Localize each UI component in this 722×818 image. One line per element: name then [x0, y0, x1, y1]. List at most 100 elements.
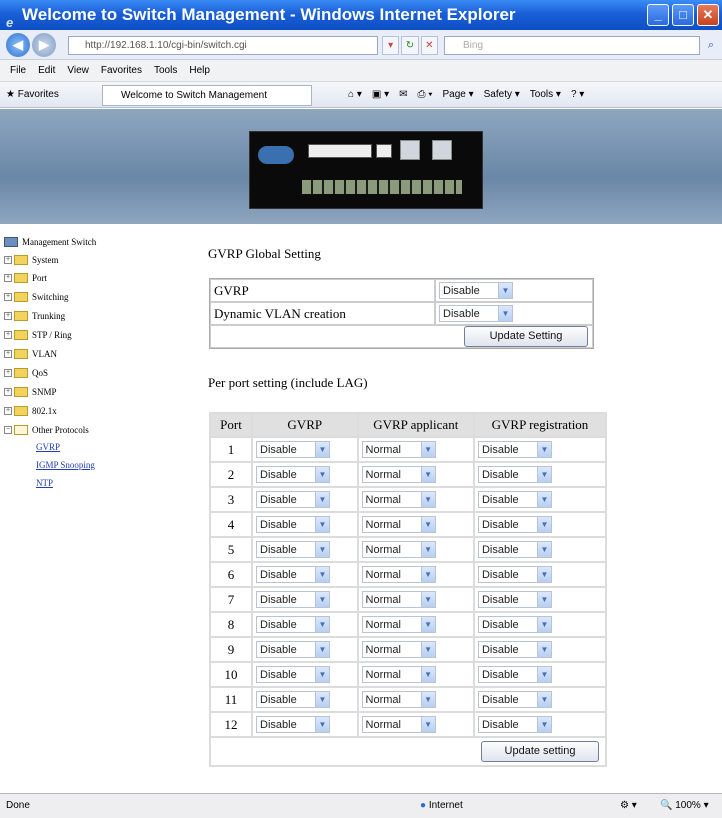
update-global-button[interactable]: Update Setting: [464, 326, 588, 347]
tree-root[interactable]: Management Switch: [4, 234, 96, 250]
search-icon[interactable]: ⌕: [702, 36, 720, 55]
menu-help[interactable]: Help: [189, 60, 210, 81]
help-icon[interactable]: ? ▾: [571, 82, 584, 108]
registration-select[interactable]: Disable ▼: [477, 641, 552, 659]
print-icon[interactable]: ⎙ ▾: [417, 82, 432, 108]
page-tab[interactable]: Welcome to Switch Management: [102, 85, 312, 106]
applicant-select[interactable]: Normal ▼: [361, 516, 436, 534]
registration-select[interactable]: Disable ▼: [477, 591, 552, 609]
dynamic-vlan-select[interactable]: Disable ▼: [439, 305, 513, 323]
select-value: Disable: [481, 643, 519, 656]
page-menu[interactable]: Page ▾: [442, 82, 473, 108]
gvrp-select[interactable]: Disable ▼: [256, 516, 330, 534]
tools-menu[interactable]: Tools ▾: [530, 82, 561, 108]
favorites-button[interactable]: ★ Favorites: [6, 82, 59, 108]
expand-icon[interactable]: +: [4, 388, 12, 396]
sidebar-item-snmp[interactable]: + SNMP: [4, 384, 57, 400]
registration-select[interactable]: Disable ▼: [477, 716, 552, 734]
address-input[interactable]: http://192.168.1.10/cgi-bin/switch.cgi: [68, 36, 378, 55]
close-button[interactable]: ✕: [697, 4, 719, 26]
sidebar-link-ntp[interactable]: NTP: [36, 478, 53, 492]
compat-icon[interactable]: ▾: [382, 36, 400, 55]
menu-favorites[interactable]: Favorites: [101, 60, 142, 81]
registration-select[interactable]: Disable ▼: [477, 566, 552, 584]
expand-icon[interactable]: +: [4, 293, 12, 301]
gvrp-select[interactable]: Disable ▼: [256, 591, 330, 609]
expand-icon[interactable]: +: [4, 274, 12, 282]
zoom-control[interactable]: 🔍 100% ▾: [660, 794, 709, 818]
sidebar-link-igmp-snooping[interactable]: IGMP Snooping: [36, 460, 95, 474]
expand-icon[interactable]: +: [4, 369, 12, 377]
expand-icon[interactable]: +: [4, 331, 12, 339]
applicant-select[interactable]: Normal ▼: [361, 716, 436, 734]
sidebar-item-system[interactable]: + System: [4, 252, 59, 268]
favorites-label: Favorites: [17, 89, 59, 100]
gvrp-select[interactable]: Disable ▼: [256, 566, 330, 584]
applicant-select[interactable]: Normal ▼: [361, 616, 436, 634]
search-input[interactable]: Bing: [444, 36, 700, 55]
refresh-icon[interactable]: ↻: [401, 36, 419, 55]
feeds-icon[interactable]: ▣ ▾: [372, 82, 389, 108]
gvrp-select[interactable]: Disable ▼: [256, 491, 330, 509]
registration-select[interactable]: Disable ▼: [477, 616, 552, 634]
applicant-select[interactable]: Normal ▼: [361, 691, 436, 709]
applicant-select[interactable]: Normal ▼: [361, 491, 436, 509]
sidebar-link-gvrp[interactable]: GVRP: [36, 442, 60, 456]
registration-select[interactable]: Disable ▼: [477, 491, 552, 509]
forward-button[interactable]: ▶: [32, 33, 56, 57]
sidebar-item-other-protocols[interactable]: − Other Protocols: [4, 422, 89, 438]
gvrp-select[interactable]: Disable ▼: [256, 716, 330, 734]
applicant-select[interactable]: Normal ▼: [361, 441, 436, 459]
table-row: 3 Disable ▼ Normal ▼ Disable ▼: [211, 488, 605, 511]
menu-view[interactable]: View: [67, 60, 89, 81]
expand-icon[interactable]: +: [4, 350, 12, 358]
open-folder-icon: [14, 425, 28, 435]
menu-edit[interactable]: Edit: [38, 60, 55, 81]
expand-icon[interactable]: +: [4, 312, 12, 320]
gvrp-select[interactable]: Disable ▼: [256, 616, 330, 634]
sidebar-item-stp-ring[interactable]: + STP / Ring: [4, 327, 72, 343]
global-setting-table: GVRP Disable ▼ Dynamic VLAN creation Disa…: [209, 278, 594, 349]
gvrp-select[interactable]: Disable ▼: [256, 666, 330, 684]
collapse-icon[interactable]: −: [4, 426, 12, 434]
menu-tools[interactable]: Tools: [154, 60, 177, 81]
expand-icon[interactable]: +: [4, 407, 12, 415]
folder-icon: [14, 273, 28, 283]
gvrp-select[interactable]: Disable ▼: [256, 641, 330, 659]
update-ports-button[interactable]: Update setting: [481, 741, 599, 762]
protected-mode-icon[interactable]: ⚙ ▾: [620, 794, 637, 818]
sidebar-item-8021x[interactable]: +802.1x: [4, 403, 57, 419]
applicant-select[interactable]: Normal ▼: [361, 541, 436, 559]
registration-select[interactable]: Disable ▼: [477, 691, 552, 709]
registration-select[interactable]: Disable ▼: [477, 666, 552, 684]
gvrp-select[interactable]: Disable ▼: [256, 541, 330, 559]
zone-indicator[interactable]: ● Internet: [420, 794, 463, 818]
mail-icon[interactable]: ✉: [399, 82, 407, 108]
gvrp-global-select[interactable]: Disable ▼: [439, 282, 513, 300]
expand-icon[interactable]: +: [4, 256, 12, 264]
safety-menu[interactable]: Safety ▾: [484, 82, 520, 108]
registration-select[interactable]: Disable ▼: [477, 466, 552, 484]
gvrp-select[interactable]: Disable ▼: [256, 691, 330, 709]
applicant-select[interactable]: Normal ▼: [361, 566, 436, 584]
registration-select[interactable]: Disable ▼: [477, 516, 552, 534]
menu-file[interactable]: File: [10, 60, 26, 81]
stop-icon[interactable]: ✕: [420, 36, 438, 55]
gvrp-select[interactable]: Disable ▼: [256, 441, 330, 459]
sidebar-item-qos[interactable]: + QoS: [4, 365, 48, 381]
applicant-select[interactable]: Normal ▼: [361, 666, 436, 684]
registration-select[interactable]: Disable ▼: [477, 441, 552, 459]
applicant-select[interactable]: Normal ▼: [361, 591, 436, 609]
gvrp-select[interactable]: Disable ▼: [256, 466, 330, 484]
sidebar-item-switching[interactable]: + Switching: [4, 289, 69, 305]
maximize-button[interactable]: □: [672, 4, 694, 26]
registration-select[interactable]: Disable ▼: [477, 541, 552, 559]
applicant-select[interactable]: Normal ▼: [361, 641, 436, 659]
sidebar-item-vlan[interactable]: + VLAN: [4, 346, 57, 362]
sidebar-item-trunking[interactable]: + Trunking: [4, 308, 65, 324]
home-icon[interactable]: ⌂ ▾: [348, 82, 362, 108]
sidebar-item-port[interactable]: + Port: [4, 270, 47, 286]
back-button[interactable]: ◀: [6, 33, 30, 57]
applicant-select[interactable]: Normal ▼: [361, 466, 436, 484]
minimize-button[interactable]: _: [647, 4, 669, 26]
